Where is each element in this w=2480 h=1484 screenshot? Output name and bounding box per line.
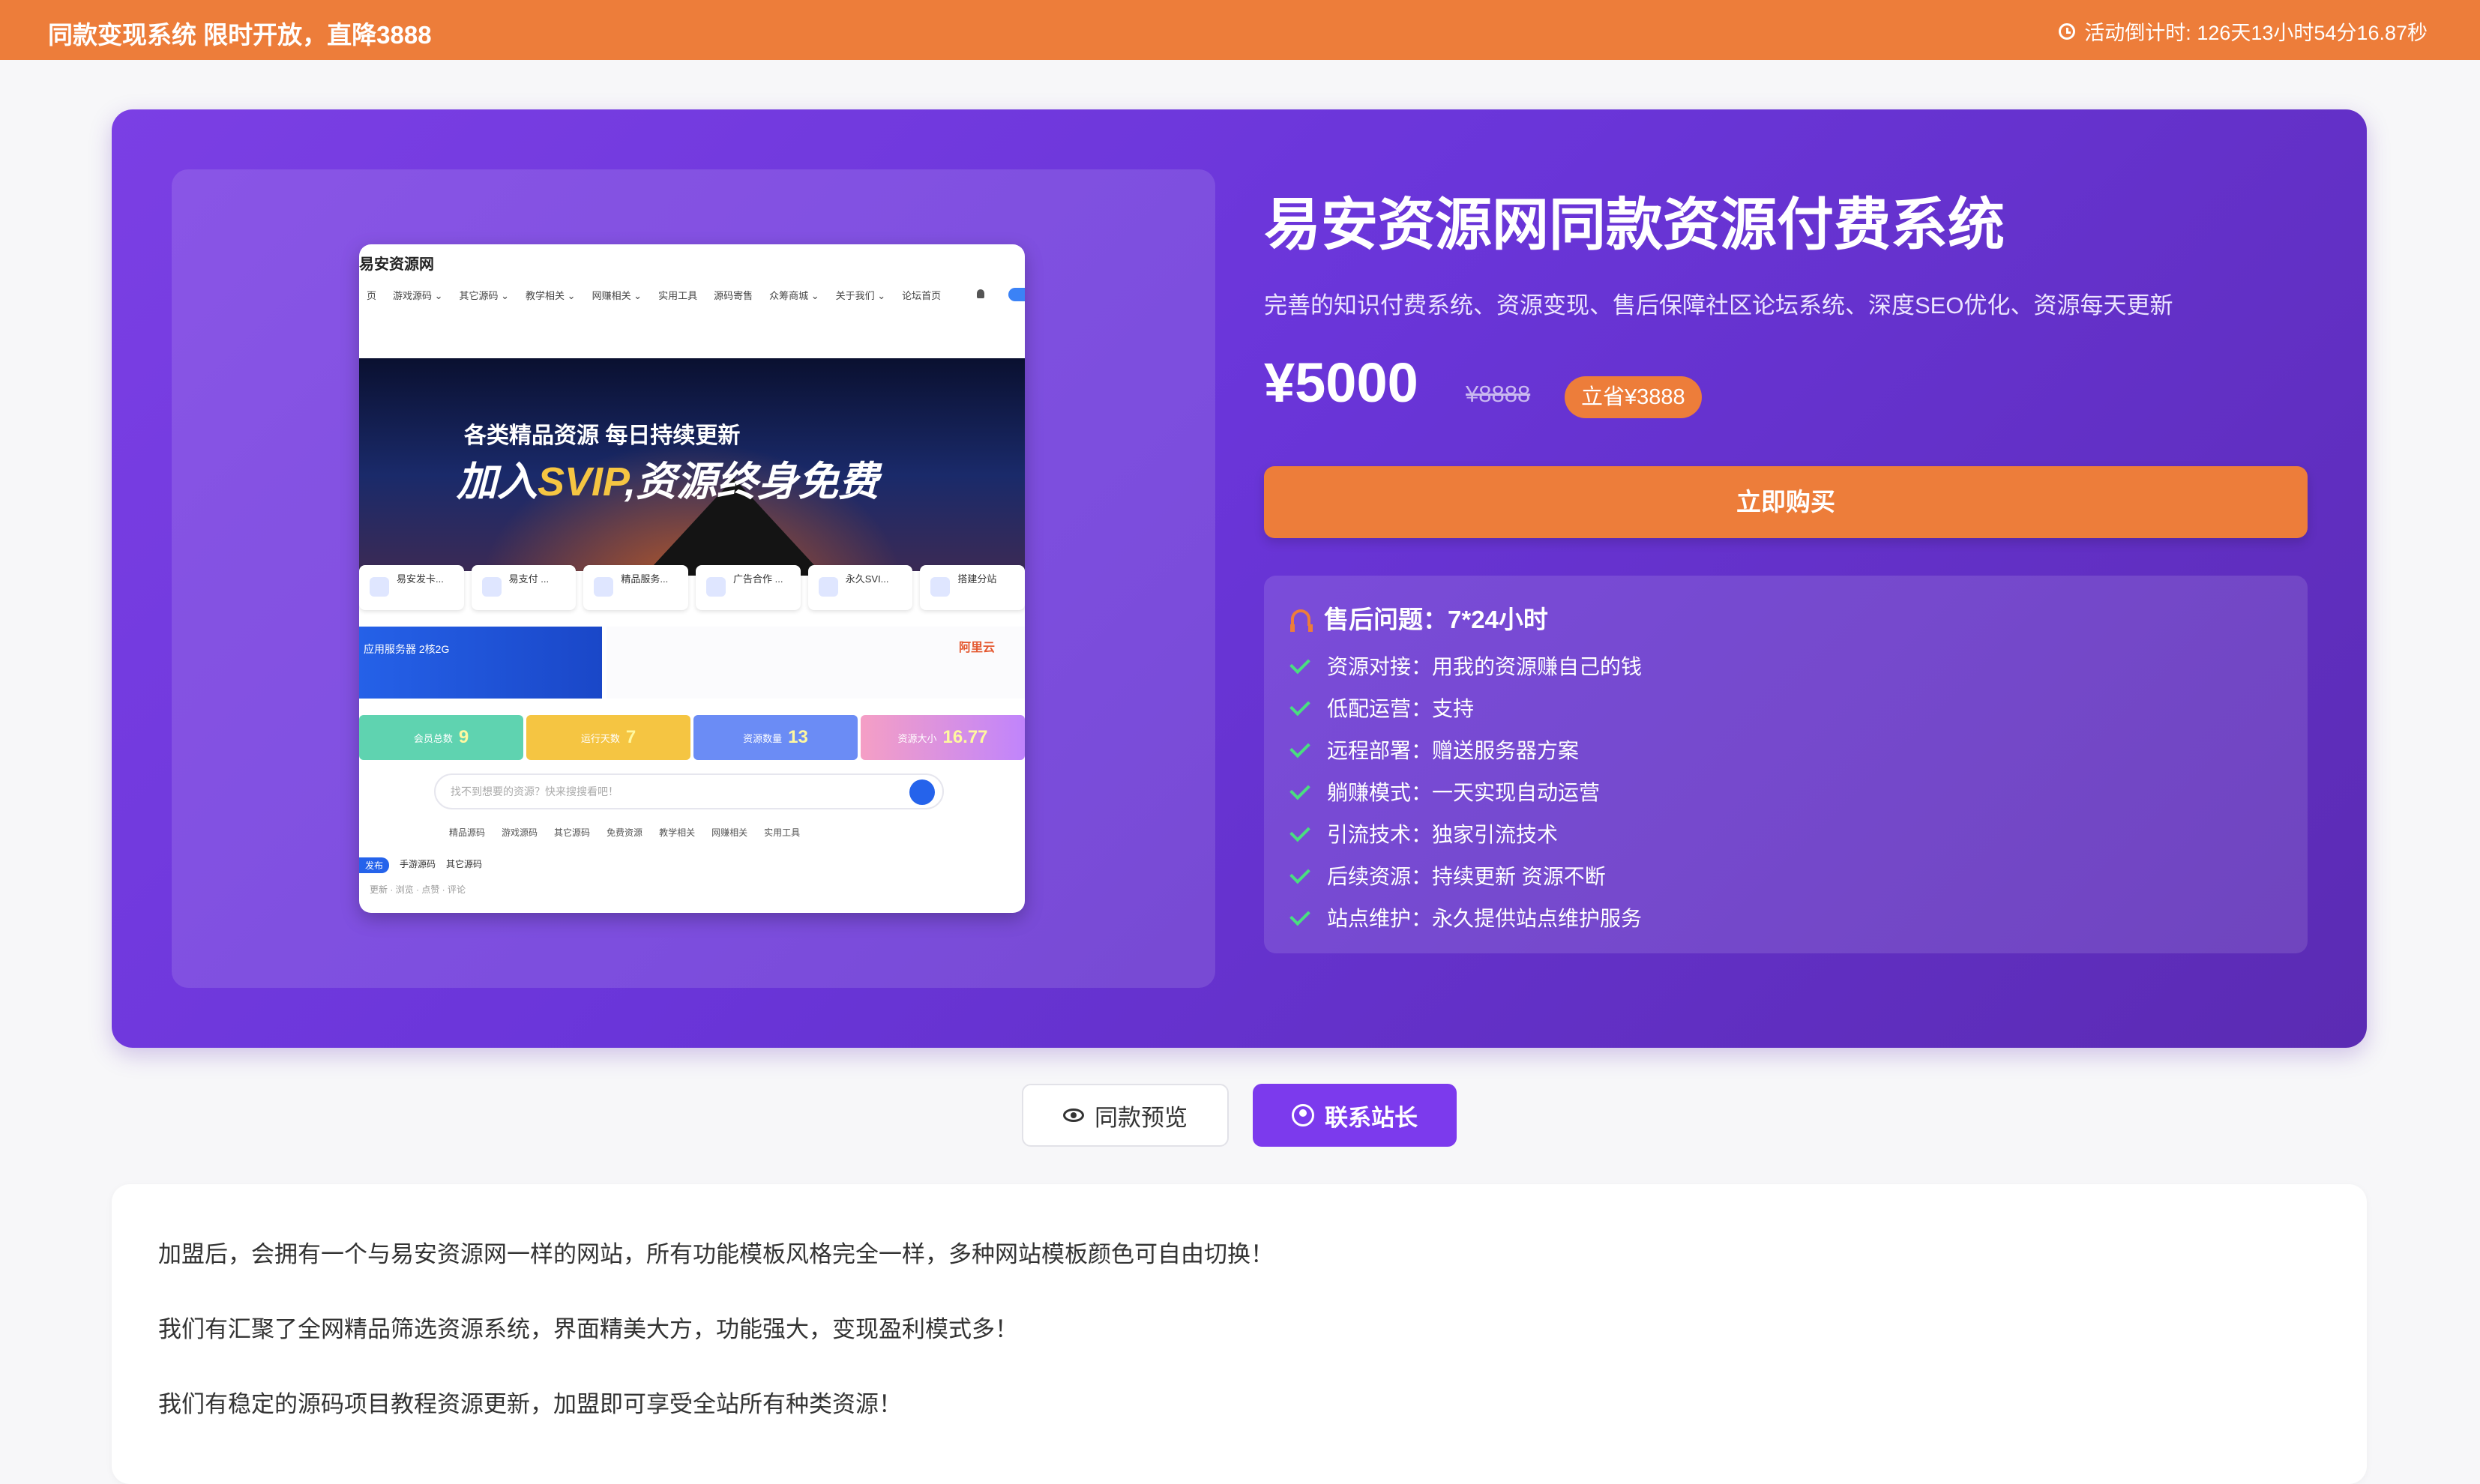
preview-nav-item: 网赚相关 ⌄	[592, 290, 642, 301]
check-icon	[1289, 695, 1310, 716]
category-icon	[370, 577, 389, 597]
feature-item: 资源对接：用我的资源赚自己的钱	[1289, 645, 1642, 687]
description-paragraph: 我们有汇聚了全网精品筛选资源系统，界面精美大方，功能强大，变现盈利模式多！	[158, 1316, 1018, 1342]
preview-logo: 易安资源网	[359, 256, 434, 273]
product-title: 易安资源网同款资源付费系统	[1264, 193, 2005, 257]
feature-item: 低配运营：支持	[1289, 687, 1642, 729]
support-heading: 售后问题：7*24小时	[1290, 600, 1548, 636]
product-hero-card: 易安资源网 页 游戏源码 ⌄ 其它源码 ⌄ 教学相关 ⌄ 网赚相关 ⌄ 实用工具…	[112, 109, 2367, 1048]
preview-nav-item: 页	[367, 290, 377, 301]
headset-icon	[1290, 609, 1313, 632]
original-price: ¥8888	[1466, 381, 1531, 407]
preview-category-card: 精品服务...	[583, 565, 689, 610]
user-circle-icon	[1292, 1104, 1314, 1126]
bell-icon	[977, 289, 984, 298]
feature-item: 躺赚模式：一天实现自动运营	[1289, 770, 1642, 812]
preview-demo-label: 同款预览	[1095, 1104, 1188, 1131]
preview-nav-item: 众筹商城 ⌄	[769, 290, 819, 301]
preview-nav-item: 论坛首页	[902, 290, 942, 301]
banner-line-1: 各类精品资源 每日持续更新	[464, 423, 741, 448]
clock-icon	[2059, 22, 2076, 40]
current-price: ¥5000	[1264, 352, 1418, 414]
check-icon	[1289, 737, 1310, 758]
preview-tags: 精品源码 游戏源码 其它源码 免费资源 教学相关 网赚相关 实用工具	[449, 827, 801, 838]
feature-item: 站点维护：永久提供站点维护服务	[1289, 896, 1642, 938]
preview-nav-item: 教学相关 ⌄	[526, 290, 576, 301]
preview-panel: 易安资源网 页 游戏源码 ⌄ 其它源码 ⌄ 教学相关 ⌄ 网赚相关 ⌄ 实用工具…	[172, 169, 1215, 988]
svip-text: SVIP	[538, 459, 625, 504]
preview-banner: 各类精品资源 每日持续更新 加入SVIP,资源终身免费	[359, 358, 1025, 576]
feature-item: 后续资源：持续更新 资源不断	[1289, 854, 1642, 896]
preview-nav-item: 实用工具	[658, 290, 698, 301]
features-box: 售后问题：7*24小时 资源对接：用我的资源赚自己的钱 低配运营：支持 远程部署…	[1264, 576, 2308, 953]
preview-category-card: 广告合作 ...	[696, 565, 801, 610]
eye-icon	[1063, 1109, 1084, 1122]
aliyun-label: 阿里云	[958, 642, 995, 654]
preview-stat: 运行天数 7	[526, 715, 690, 760]
promo-top-bar: 同款变现系统 限时开放，直降3888 活动倒计时: 126天13小时54分16.…	[0, 0, 2480, 60]
preview-search: 找不到想要的资源？快来搜搜看吧！	[434, 773, 944, 809]
countdown-text: 活动倒计时: 126天13小时54分16.87秒	[2084, 22, 2428, 44]
preview-category-card: 搭建分站	[920, 565, 1025, 610]
banner-line-2: 加入SVIP,资源终身免费	[457, 459, 879, 504]
category-icon	[594, 577, 614, 597]
preview-stat: 资源大小 16.77	[861, 715, 1025, 760]
preview-nav-item: 游戏源码 ⌄	[393, 290, 443, 301]
feature-list: 资源对接：用我的资源赚自己的钱 低配运营：支持 远程部署：赠送服务器方案 躺赚模…	[1289, 645, 1642, 938]
preview-stat: 资源数量 13	[693, 715, 858, 760]
preview-nav-item: 其它源码 ⌄	[459, 290, 510, 301]
category-icon	[818, 577, 838, 597]
contact-admin-label: 联系站长	[1325, 1104, 1418, 1131]
preview-nav-item: 源码寄售	[714, 290, 753, 301]
category-icon	[706, 577, 726, 597]
search-icon	[909, 779, 935, 805]
description-card: 加盟后，会拥有一个与易安资源网一样的网站，所有功能模板风格完全一样，多种网站模板…	[112, 1184, 2367, 1484]
site-preview-screenshot[interactable]: 易安资源网 页 游戏源码 ⌄ 其它源码 ⌄ 教学相关 ⌄ 网赚相关 ⌄ 实用工具…	[359, 244, 1025, 913]
product-subtitle: 完善的知识付费系统、资源变现、售后保障社区论坛系统、深度SEO优化、资源每天更新	[1264, 292, 2173, 319]
preview-demo-button[interactable]: 同款预览	[1022, 1084, 1229, 1147]
preview-category-card: 易支付 ...	[471, 565, 577, 610]
check-icon	[1289, 653, 1310, 674]
category-icon	[481, 577, 502, 597]
preview-stats: 会员总数 9 运行天数 7 资源数量 13 资源大小 16.77	[359, 715, 1025, 760]
promo-text: 同款变现系统 限时开放，直降3888	[48, 21, 432, 49]
preview-nav: 页 游戏源码 ⌄ 其它源码 ⌄ 教学相关 ⌄ 网赚相关 ⌄ 实用工具 源码寄售 …	[359, 288, 1025, 302]
feature-item: 引流技术：独家引流技术	[1289, 812, 1642, 854]
check-icon	[1289, 863, 1310, 884]
preview-server-ad: 应用服务器 2核2G	[359, 627, 602, 699]
preview-category-row: 易安发卡... 易支付 ... 精品服务... 广告合作 ... 永久SVI..…	[359, 565, 1025, 613]
description-paragraph: 加盟后，会拥有一个与易安资源网一样的网站，所有功能模板风格完全一样，多种网站模板…	[158, 1241, 1274, 1267]
buy-now-button[interactable]: 立即购买	[1264, 466, 2308, 538]
countdown-timer: 活动倒计时: 126天13小时54分16.87秒	[2059, 16, 2428, 46]
category-icon	[930, 577, 951, 597]
preview-category-card: 永久SVI...	[807, 565, 913, 610]
description-paragraph: 我们有稳定的源码项目教程资源更新，加盟即可享受全站所有种类资源！	[158, 1391, 902, 1417]
pen-icon	[1008, 288, 1025, 301]
contact-admin-button[interactable]: 联系站长	[1253, 1084, 1457, 1147]
preview-nav-item: 关于我们 ⌄	[835, 290, 886, 301]
preview-stat: 会员总数 9	[359, 715, 523, 760]
support-title: 售后问题：7*24小时	[1324, 606, 1548, 633]
preview-tabs: 发布 手游源码 其它源码	[359, 857, 482, 873]
preview-category-card: 易安发卡...	[359, 565, 464, 610]
feature-item: 远程部署：赠送服务器方案	[1289, 729, 1642, 770]
check-icon	[1289, 905, 1310, 926]
preview-server-info: 阿里云	[607, 627, 1025, 699]
savings-badge: 立省¥3888	[1565, 376, 1702, 418]
check-icon	[1289, 779, 1310, 800]
preview-footer: 更新 · 浏览 · 点赞 · 评论	[370, 884, 466, 895]
check-icon	[1289, 821, 1310, 842]
